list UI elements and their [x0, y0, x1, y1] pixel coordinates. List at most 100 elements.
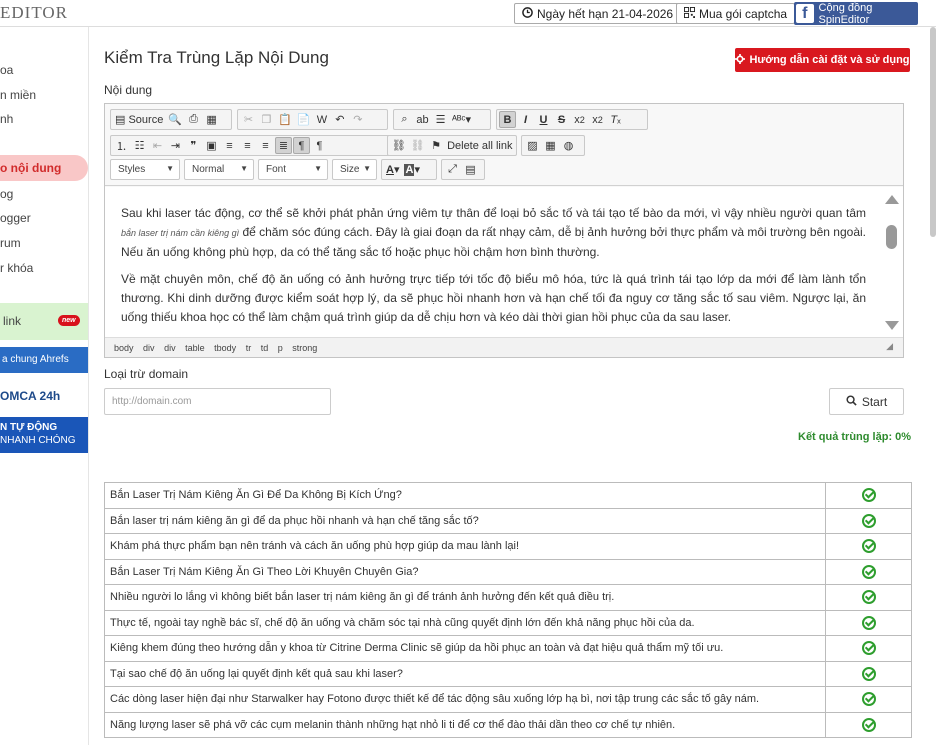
anchor-icon[interactable]: ⚑: [428, 137, 445, 154]
styles-dropdown[interactable]: Styles ▼: [110, 159, 180, 180]
sidebar-item-active[interactable]: o nội dung: [0, 155, 88, 181]
size-dropdown[interactable]: Size ▼: [332, 159, 377, 180]
align-center-icon[interactable]: ≡: [239, 137, 256, 154]
editor-content-area[interactable]: Sau khi laser tác động, cơ thể sẽ khởi p…: [105, 187, 903, 337]
expiry-date-button[interactable]: Ngày hết hạn 21-04-2026: [514, 3, 682, 24]
path-item[interactable]: div: [143, 343, 155, 353]
replace-icon[interactable]: ab: [414, 111, 431, 128]
top-bar: EDITOR Ngày hết hạn 21-04-2026 Mua gói c…: [0, 0, 936, 27]
text-direction-ltr-icon[interactable]: ¶: [293, 137, 310, 154]
sidebar-dmca-banner[interactable]: OMCA 24h: [0, 389, 60, 403]
check-circle-icon: [861, 513, 876, 528]
unlink-icon[interactable]: ⛓: [409, 137, 427, 154]
editor-scrollbar[interactable]: [881, 187, 903, 337]
sentence-cell: Bắn laser trị nám kiêng ăn gì để da phục…: [104, 507, 826, 534]
domain-input[interactable]: [104, 388, 331, 415]
image-icon[interactable]: ▨: [524, 137, 541, 154]
start-button[interactable]: Start: [829, 388, 904, 415]
background-color-icon[interactable]: A ▾: [402, 161, 421, 178]
text-color-icon[interactable]: A ▾: [384, 161, 401, 178]
status-cell: [825, 635, 912, 662]
italic-icon[interactable]: I: [517, 111, 534, 128]
resize-handle-icon[interactable]: ◢: [886, 341, 893, 352]
cut-icon[interactable]: ✂: [240, 111, 257, 128]
sidebar-item-1[interactable]: oa: [0, 63, 13, 77]
templates-icon[interactable]: ▦: [203, 111, 220, 128]
create-div-icon[interactable]: ▣: [203, 137, 220, 154]
table-row: Bắn laser trị nám kiêng ăn gì để da phục…: [104, 507, 912, 534]
outdent-icon[interactable]: ⇤: [149, 137, 166, 154]
numbered-list-icon[interactable]: ⒈: [113, 137, 130, 154]
font-dropdown[interactable]: Font ▼: [258, 159, 328, 180]
select-all-icon[interactable]: ☰: [432, 111, 449, 128]
guide-button[interactable]: Hướng dẫn cài đặt và sử dụng: [735, 48, 910, 72]
editor-scroll-thumb[interactable]: [886, 225, 897, 249]
link-icon[interactable]: ⛓: [390, 137, 408, 154]
path-item[interactable]: table: [185, 343, 205, 353]
sidebar-item-5[interactable]: og: [0, 187, 13, 201]
redo-icon[interactable]: ↷: [349, 111, 366, 128]
sentence-cell: Bắn Laser Trị Nám Kiêng Ăn Gì Theo Lời K…: [104, 558, 826, 585]
print-icon[interactable]: ⎙: [185, 111, 202, 128]
paste-word-icon[interactable]: W: [313, 111, 330, 128]
bold-icon[interactable]: B: [499, 111, 516, 128]
undo-icon[interactable]: ↶: [331, 111, 348, 128]
bulleted-list-icon[interactable]: ☷: [131, 137, 148, 154]
find-icon[interactable]: ⌕: [396, 111, 413, 128]
align-left-icon[interactable]: ≡: [221, 137, 238, 154]
path-item[interactable]: strong: [292, 343, 317, 353]
sidebar-item-link[interactable]: link new: [0, 303, 88, 340]
sidebar-promo-banner[interactable]: N TỰ ĐỘNG NHANH CHÓNG: [0, 417, 88, 453]
path-item[interactable]: p: [278, 343, 283, 353]
path-item[interactable]: tbody: [214, 343, 236, 353]
status-cell: [825, 584, 912, 611]
underline-icon[interactable]: U: [535, 111, 552, 128]
buy-captcha-button[interactable]: Mua gói captcha: [676, 3, 796, 24]
table-row: Tại sao chế độ ăn uống lại quyết định kế…: [104, 660, 912, 687]
remove-format-icon[interactable]: Tₓ: [607, 111, 624, 128]
strikethrough-icon[interactable]: S: [553, 111, 570, 128]
path-item[interactable]: tr: [246, 343, 252, 353]
source-button[interactable]: ▤ Source: [113, 111, 165, 128]
chevron-down-icon: ▼: [363, 164, 371, 173]
align-justify-icon[interactable]: ≣: [275, 137, 292, 154]
paste-text-icon[interactable]: 📄: [295, 111, 313, 128]
community-facebook-button[interactable]: f Cộng đồng SpinEditor: [794, 2, 918, 26]
editor-text[interactable]: Sau khi laser tác động, cơ thể sẽ khởi p…: [121, 204, 866, 335]
subscript-icon[interactable]: x2: [571, 111, 588, 128]
paste-icon[interactable]: 📋: [276, 111, 294, 128]
sidebar-item-6[interactable]: ogger: [0, 211, 31, 225]
superscript-icon[interactable]: x2: [589, 111, 606, 128]
align-right-icon[interactable]: ≡: [257, 137, 274, 154]
maximize-icon[interactable]: ⤢: [444, 161, 461, 178]
blockquote-icon[interactable]: ❞: [185, 137, 202, 154]
sidebar-item-3[interactable]: nh: [0, 112, 13, 126]
sidebar-item-7[interactable]: rum: [0, 236, 21, 250]
path-item[interactable]: div: [164, 343, 176, 353]
table-row: Bắn Laser Trị Nám Kiêng Ăn Gì Theo Lời K…: [104, 558, 912, 585]
facebook-icon: f: [796, 4, 814, 23]
sentence-cell: Năng lượng laser sẽ phá vỡ các cụm melan…: [104, 711, 826, 738]
scroll-down-icon[interactable]: [885, 321, 899, 330]
scroll-up-icon[interactable]: [885, 195, 899, 204]
delete-all-link-button[interactable]: Delete all link: [446, 137, 514, 154]
table-icon[interactable]: ▦: [542, 137, 559, 154]
preview-icon[interactable]: 🔍: [166, 111, 184, 128]
sidebar-item-2[interactable]: n miền: [0, 88, 36, 102]
page-scrollbar[interactable]: [930, 27, 936, 237]
table-row: Năng lượng laser sẽ phá vỡ các cụm melan…: [104, 711, 912, 738]
show-blocks-icon[interactable]: ▤: [462, 161, 479, 178]
indent-icon[interactable]: ⇥: [167, 137, 184, 154]
iframe-globe-icon[interactable]: ◍: [560, 137, 577, 154]
copy-icon[interactable]: ❐: [258, 111, 275, 128]
format-value: Normal: [192, 164, 225, 175]
text-direction-rtl-icon[interactable]: ¶: [311, 137, 328, 154]
sidebar-item-8[interactable]: r khóa: [0, 261, 33, 275]
status-cell: [825, 711, 912, 738]
sidebar-ahrefs-banner[interactable]: a chung Ahrefs: [0, 347, 88, 373]
format-dropdown[interactable]: Normal ▼: [184, 159, 254, 180]
app-logo[interactable]: EDITOR: [0, 3, 68, 23]
path-item[interactable]: body: [114, 343, 134, 353]
path-item[interactable]: td: [261, 343, 269, 353]
spellcheck-icon[interactable]: ᴬᴮᶜ▾: [450, 111, 473, 128]
